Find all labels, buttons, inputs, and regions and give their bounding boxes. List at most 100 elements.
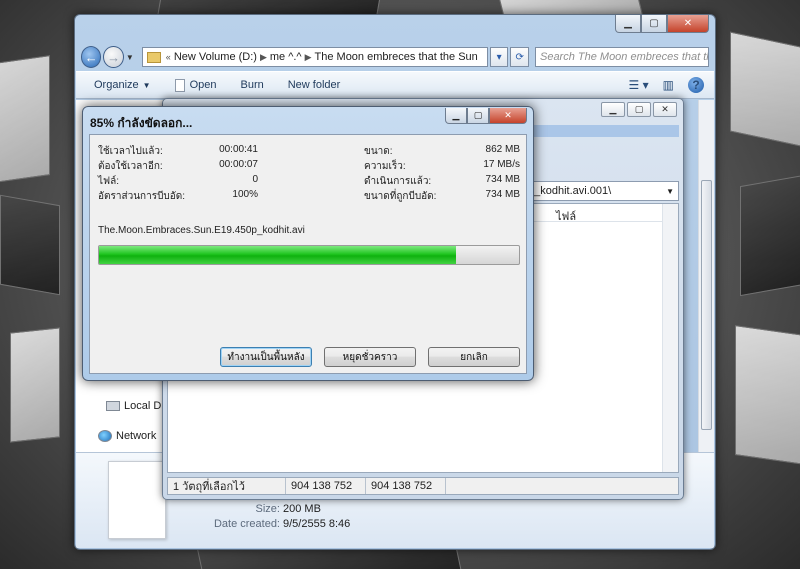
forward-arrow-icon: → (107, 49, 121, 65)
column-header-files[interactable]: ไฟล์ (556, 207, 576, 225)
folder-icon (146, 51, 161, 63)
status-packed-size: 904 138 752 (366, 478, 446, 494)
dialog-caption-buttons: ▁ ▢ ✕ (445, 108, 527, 124)
refresh-button[interactable]: ⟳ (510, 47, 529, 67)
chevron-down-icon: ▾ (496, 51, 502, 63)
speed-label: ความเร็ว: (364, 161, 406, 172)
dialog-body: ใช้เวลาไปแล้ว: 00:00:41 ต้องใช้เวลาอีก: … (89, 134, 527, 374)
progress-bar-fill (99, 246, 456, 264)
minimize-button[interactable]: ▁ (445, 108, 467, 124)
background-panel (740, 173, 800, 297)
minimize-button[interactable]: ▁ (615, 15, 641, 33)
close-button[interactable]: ✕ (489, 108, 527, 124)
preview-pane-icon[interactable]: ▥ (663, 78, 674, 92)
remaining-time-label: ต้องใช้เวลาอีก: (98, 161, 163, 172)
document-icon (174, 78, 185, 92)
close-button[interactable]: ✕ (653, 102, 677, 117)
pause-button[interactable]: หยุดชั่วคราว (324, 347, 416, 367)
address-dropdown-button[interactable]: ▾ (489, 47, 509, 67)
detail-date-label: Date created: (213, 518, 280, 530)
view-options-icon[interactable]: ☰ ▾ (629, 78, 649, 92)
archive-path-combobox[interactable]: p_kodhit.avi.001\ ▼ (523, 181, 679, 201)
nav-item-label: Network (116, 430, 157, 442)
breadcrumb-separator-icon[interactable]: ▶ (305, 52, 312, 63)
burn-label: Burn (240, 79, 264, 91)
open-label: Open (189, 79, 217, 91)
breadcrumb-current-folder[interactable]: The Moon embreces that the Sun (315, 51, 478, 63)
dialog-title: 85% กำลังขัดลอก... (90, 116, 193, 130)
back-arrow-icon: ← (84, 49, 98, 65)
archive-list-scrollbar[interactable] (662, 204, 678, 472)
maximize-button[interactable]: ▢ (467, 108, 489, 124)
size-label: ขนาด: (364, 146, 393, 157)
help-icon[interactable]: ? (688, 77, 704, 93)
breadcrumb-folder[interactable]: me ^.^ (270, 51, 302, 63)
organize-button[interactable]: Organize ▼ (94, 79, 151, 91)
detail-size: Size: 200 MB (204, 503, 321, 515)
status-size: 904 138 752 (286, 478, 366, 494)
background-panel (10, 327, 60, 443)
command-bar: Organize ▼ Open Burn New folder ☰ ▾ ▥ ? (76, 71, 714, 99)
chevron-down-icon: ▼ (142, 80, 151, 90)
forward-button[interactable]: → (103, 46, 124, 68)
archive-path-value: p_kodhit.avi.001\ (528, 185, 612, 197)
background-panel (735, 325, 800, 465)
files-value: 0 (252, 174, 258, 185)
overflow-chevron-icon[interactable]: « (166, 52, 171, 62)
new-folder-button[interactable]: New folder (288, 79, 341, 91)
compressed-size-value: 734 MB (485, 189, 520, 200)
remaining-time-value: 00:00:07 (219, 159, 258, 170)
address-row: ← → ▼ « New Volume (D:) ▶ me ^.^ ▶ The M… (81, 45, 710, 69)
refresh-icon: ⟳ (515, 51, 524, 63)
recent-pages-dropdown-icon[interactable]: ▼ (126, 53, 134, 62)
detail-size-label: Size: (255, 503, 280, 515)
address-bar[interactable]: « New Volume (D:) ▶ me ^.^ ▶ The Moon em… (141, 47, 488, 67)
detail-size-value: 200 MB (283, 503, 321, 515)
chevron-down-icon: ▼ (666, 186, 674, 196)
maximize-button[interactable]: ▢ (641, 15, 667, 33)
files-label: ไฟล์: (98, 176, 120, 187)
background-panel (0, 55, 50, 185)
detail-date-created: Date created: 9/5/2555 8:46 (204, 518, 350, 530)
burn-button[interactable]: Burn (240, 79, 263, 91)
minimize-button[interactable]: ▁ (601, 102, 625, 117)
view-controls: ☰ ▾ ▥ ? (615, 77, 704, 93)
compressed-size-label: ขนาดที่ถูกบีบอัด: (364, 191, 437, 202)
extract-progress-dialog: 85% กำลังขัดลอก... ▁ ▢ ✕ ใช้เวลาไปแล้ว: … (82, 106, 534, 381)
current-file-name: The.Moon.Embraces.Sun.E19.450p_kodhit.av… (98, 225, 305, 236)
organize-label: Organize (94, 79, 139, 91)
elapsed-time-label: ใช้เวลาไปแล้ว: (98, 146, 163, 157)
background-button[interactable]: ทำงานเป็นพื้นหลัง (220, 347, 312, 367)
processed-value: 734 MB (485, 174, 520, 185)
network-icon (98, 430, 112, 442)
file-thumbnail-icon (108, 461, 166, 539)
archive-caption-buttons: ▁ ▢ ✕ (599, 102, 677, 117)
detail-date-value: 9/5/2555 8:46 (283, 518, 351, 530)
background-panel (196, 548, 464, 569)
search-input[interactable]: Search The Moon embreces that the Sun ⌕ (534, 47, 710, 67)
window-caption-buttons: ▁ ▢ ✕ (615, 15, 709, 33)
size-value: 862 MB (485, 144, 520, 155)
scrollbar-thumb[interactable] (701, 180, 712, 430)
speed-value: 17 MB/s (483, 159, 520, 170)
cancel-button[interactable]: ยกเลิก (428, 347, 520, 367)
compression-ratio-label: อัตราส่วนการบีบอัด: (98, 191, 186, 202)
new-folder-label: New folder (287, 79, 341, 91)
elapsed-time-value: 00:00:41 (219, 144, 258, 155)
compression-ratio-value: 100% (232, 189, 258, 200)
close-button[interactable]: ✕ (667, 15, 709, 33)
background-panel (0, 194, 60, 296)
breadcrumb-separator-icon[interactable]: ▶ (260, 52, 267, 63)
back-button[interactable]: ← (81, 46, 102, 68)
processed-label: ดำเนินการแล้ว: (364, 176, 432, 187)
open-button[interactable]: Open (174, 78, 217, 92)
breadcrumb-drive[interactable]: New Volume (D:) (174, 51, 257, 63)
nav-item-network[interactable]: Network (98, 430, 156, 442)
progress-bar (98, 245, 520, 265)
file-list-scrollbar[interactable] (698, 100, 714, 452)
drive-icon (106, 401, 120, 411)
status-selected: 1 วัตถุที่เลือกไว้ (168, 478, 286, 494)
background-panel (730, 31, 800, 149)
search-placeholder: Search The Moon embreces that the Sun (539, 51, 708, 63)
maximize-button[interactable]: ▢ (627, 102, 651, 117)
